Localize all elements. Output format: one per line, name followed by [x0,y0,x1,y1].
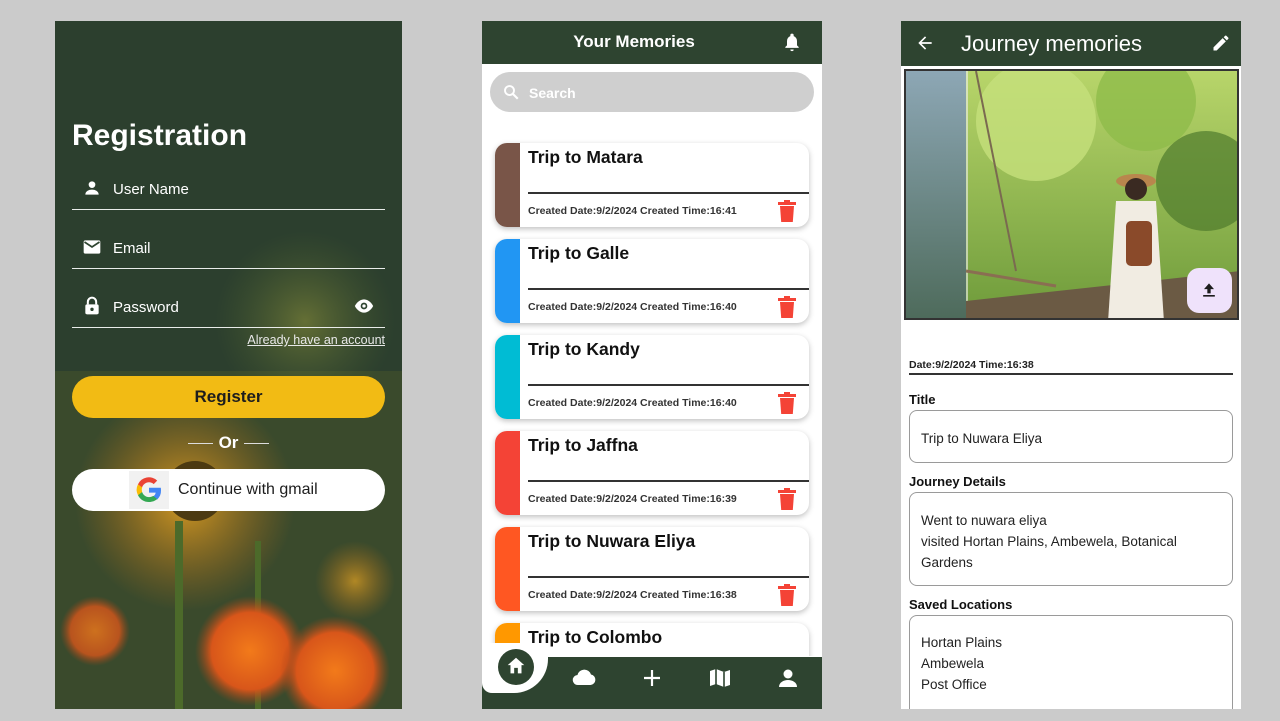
search-input[interactable]: Search [490,72,814,112]
journey-detail-screen: Journey memories Date:9/2/2024 Time:16:3… [901,21,1241,709]
card-color-stripe [495,143,520,227]
journey-details-value: Went to nuwara eliya visited Hortan Plai… [921,511,1177,573]
card-meta: Created Date:9/2/2024 Created Time:16:39 [528,493,737,505]
card-divider [528,192,809,194]
email-field[interactable]: Email [72,231,385,269]
memory-card[interactable]: Trip to Nuwara Eliya Created Date:9/2/20… [495,527,809,611]
memory-card[interactable]: Trip to Matara Created Date:9/2/2024 Cre… [495,143,809,227]
journey-details-label: Journey Details [909,474,1006,489]
delete-icon[interactable] [778,488,796,510]
search-icon [504,85,519,100]
or-divider: Or [55,433,402,453]
map-icon[interactable] [707,666,733,690]
edit-icon[interactable] [1211,33,1231,53]
saved-locations-field[interactable]: Hortan Plains Ambewela Post Office [909,615,1233,709]
card-color-stripe [495,239,520,323]
bell-icon[interactable] [782,32,802,52]
card-title: Trip to Jaffna [528,435,638,455]
person-icon [85,181,99,195]
delete-icon[interactable] [778,584,796,606]
app-header: Journey memories [901,21,1241,66]
already-have-account-link[interactable]: Already have an account [247,333,385,347]
saved-locations-value: Hortan Plains Ambewela Post Office [921,633,1002,695]
card-meta: Created Date:9/2/2024 Created Time:16:38 [528,589,737,601]
google-logo-icon [129,471,169,509]
app-header: Your Memories [482,21,822,64]
registration-screen: Registration User Name Email Password Al… [55,21,402,709]
journey-datetime: Date:9/2/2024 Time:16:38 [909,359,1034,371]
memories-list[interactable]: Trip to Matara Created Date:9/2/2024 Cre… [482,136,822,656]
eye-icon[interactable] [353,296,375,316]
upload-icon [1203,283,1215,297]
location-item: Hortan Plains [921,635,1003,650]
details-line: visited Hortan Plains, Ambewela, Botanic… [921,533,1177,549]
card-divider [528,576,809,578]
card-divider [528,480,809,482]
card-title: Trip to Kandy [528,339,640,359]
home-icon [507,657,525,674]
card-meta: Created Date:9/2/2024 Created Time:16:41 [528,205,737,217]
cloud-icon[interactable] [571,666,597,690]
details-line: Went to nuwara eliya [921,513,1047,528]
card-title: Trip to Matara [528,147,643,167]
back-arrow-icon[interactable] [915,33,935,53]
lock-icon [85,296,99,315]
mail-icon [83,240,101,254]
date-divider [909,373,1233,375]
page-title: Your Memories [573,32,695,51]
card-color-stripe [495,527,520,611]
continue-with-gmail-button[interactable]: Continue with gmail [72,469,385,511]
title-value: Trip to Nuwara Eliya [921,431,1043,446]
upload-image-button[interactable] [1187,268,1232,313]
card-title: Trip to Galle [528,243,630,263]
page-title: Registration [72,119,248,152]
card-divider [528,384,809,386]
location-item: Post Office [921,676,987,692]
delete-icon[interactable] [778,296,796,318]
password-field[interactable]: Password [72,290,385,328]
journey-details-field[interactable]: Went to nuwara eliya visited Hortan Plai… [909,492,1233,586]
delete-icon[interactable] [778,392,796,414]
title-label: Title [909,392,936,407]
card-title: Trip to Nuwara Eliya [528,531,696,551]
location-item: Ambewela [921,655,985,671]
register-button[interactable]: Register [72,376,385,418]
memory-card[interactable]: Trip to Kandy Created Date:9/2/2024 Crea… [495,335,809,419]
or-text: Or [218,433,239,452]
home-button[interactable] [498,649,534,685]
gmail-button-label: Continue with gmail [178,481,318,498]
username-placeholder: User Name [113,181,189,198]
memory-card[interactable]: Trip to Jaffna Created Date:9/2/2024 Cre… [495,431,809,515]
details-line: Gardens [921,554,973,570]
title-field[interactable]: Trip to Nuwara Eliya [909,410,1233,463]
memory-card[interactable]: Trip to Galle Created Date:9/2/2024 Crea… [495,239,809,323]
add-icon[interactable] [639,666,665,690]
email-placeholder: Email [113,240,151,257]
person-icon[interactable] [775,666,801,690]
page-title: Journey memories [961,31,1142,56]
card-meta: Created Date:9/2/2024 Created Time:16:40 [528,397,737,409]
card-divider [528,288,809,290]
delete-icon[interactable] [778,200,796,222]
memories-screen: Your Memories Search Trip to Matara Crea… [482,21,822,709]
password-placeholder: Password [113,299,179,316]
username-field[interactable]: User Name [72,172,385,210]
search-placeholder: Search [529,85,576,101]
card-color-stripe [495,335,520,419]
card-color-stripe [495,431,520,515]
saved-locations-label: Saved Locations [909,597,1013,612]
card-meta: Created Date:9/2/2024 Created Time:16:40 [528,301,737,313]
card-title: Trip to Colombo [528,627,663,647]
